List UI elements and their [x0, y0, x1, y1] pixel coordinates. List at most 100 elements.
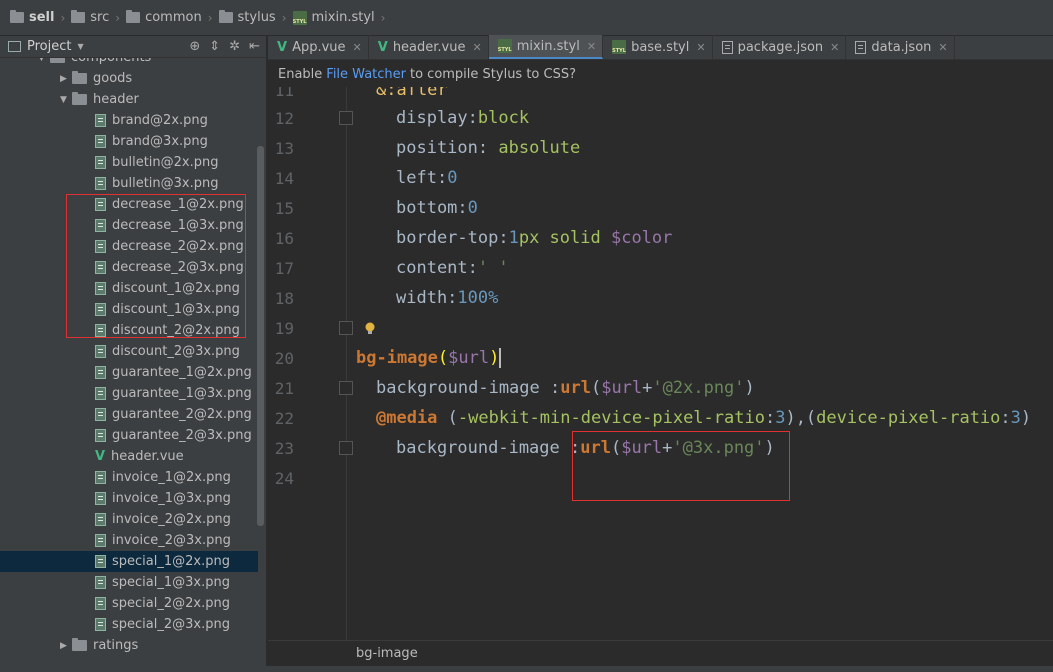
project-icon — [8, 41, 21, 52]
tree-item[interactable]: special_2@2x.png — [0, 593, 258, 614]
image-file-icon — [95, 513, 106, 526]
tree-scrollbar[interactable] — [257, 146, 264, 526]
fold-marker-icon[interactable] — [339, 111, 353, 125]
folder-icon — [50, 58, 65, 63]
tree-item[interactable]: guarantee_2@3x.png — [0, 425, 258, 446]
tree-item[interactable]: guarantee_1@3x.png — [0, 383, 258, 404]
tree-item-label: special_2@2x.png — [112, 596, 230, 611]
file-watcher-link[interactable]: File Watcher — [326, 67, 406, 82]
tree-item[interactable]: invoice_1@2x.png — [0, 467, 258, 488]
fold-marker-icon[interactable] — [339, 321, 353, 335]
chevron-right-icon: › — [207, 10, 213, 25]
editor-tab[interactable]: V App.vue ✕ — [268, 35, 369, 59]
breadcrumb-item-src[interactable]: src — [71, 10, 109, 25]
code-text: background-image :url($url+'@2x.png') — [376, 378, 755, 398]
editor-tab[interactable]: Vheader.vue ✕ — [369, 35, 489, 59]
stylus-file-icon — [612, 40, 627, 54]
code-editor[interactable]: 11 &:after 12 display:block 13 position:… — [268, 87, 1053, 640]
tree-item[interactable]: guarantee_1@2x.png — [0, 362, 258, 383]
tab-label: mixin.styl — [516, 38, 580, 54]
breadcrumb-label: common — [145, 10, 202, 25]
close-icon[interactable]: ✕ — [830, 41, 839, 54]
tree-item[interactable]: special_1@2x.png — [0, 551, 258, 572]
folder-icon — [10, 10, 24, 23]
breadcrumb: sell › src › common › stylus › mixin.sty… — [0, 0, 1053, 36]
tree-item-label: guarantee_1@3x.png — [112, 386, 252, 401]
tree-item-label: special_1@3x.png — [112, 575, 230, 590]
chevron-down-icon[interactable]: ▼ — [60, 95, 72, 105]
close-icon[interactable]: ✕ — [938, 41, 947, 54]
tree-item[interactable]: ▼ components — [0, 58, 258, 68]
tree-item[interactable]: bulletin@3x.png — [0, 173, 258, 194]
tree-item[interactable]: ▶ ratings — [0, 635, 258, 656]
close-icon[interactable]: ✕ — [696, 41, 705, 54]
tree-item-label: brand@3x.png — [112, 134, 208, 149]
editor-tab[interactable]: mixin.styl ✕ — [488, 35, 604, 59]
line-number: 20 — [274, 348, 294, 368]
tree-item[interactable]: brand@3x.png — [0, 131, 258, 152]
breadcrumb-item-common[interactable]: common — [126, 10, 202, 25]
lightbulb-icon[interactable] — [364, 322, 376, 336]
image-file-icon — [95, 597, 106, 610]
breadcrumb-item-stylus[interactable]: stylus — [218, 10, 276, 25]
breadcrumb-item-sell[interactable]: sell — [10, 10, 54, 25]
tree-item-label: invoice_2@2x.png — [112, 512, 231, 527]
project-toolbar: ⊕ ⇕ ✲ ⇤ — [189, 39, 260, 54]
tree-item-label: bulletin@2x.png — [112, 155, 219, 170]
collapse-all-icon[interactable]: ⇕ — [209, 39, 220, 54]
editor-tab[interactable]: package.json ✕ — [713, 35, 847, 59]
chevron-right-icon[interactable]: ▶ — [60, 74, 72, 84]
tree-item[interactable]: special_2@3x.png — [0, 614, 258, 635]
editor-breadcrumb-footer: bg-image — [268, 640, 1053, 666]
close-icon[interactable]: ✕ — [587, 40, 596, 53]
image-file-icon — [95, 618, 106, 631]
tree-item-label: guarantee_2@3x.png — [112, 428, 252, 443]
tree-item[interactable]: Vheader.vue — [0, 446, 258, 467]
breadcrumb-item-mixin[interactable]: mixin.styl — [292, 10, 375, 25]
tree-item-label: special_2@3x.png — [112, 617, 230, 632]
folder-icon — [218, 10, 233, 23]
tree-item[interactable]: bulletin@2x.png — [0, 152, 258, 173]
tab-label: App.vue — [292, 39, 346, 55]
hide-panel-icon[interactable]: ⇤ — [249, 39, 260, 54]
line-number: 13 — [274, 138, 294, 158]
close-icon[interactable]: ✕ — [472, 41, 481, 54]
folder-icon — [71, 10, 86, 23]
notification-prefix: Enable — [278, 66, 323, 82]
tree-item[interactable]: invoice_2@3x.png — [0, 530, 258, 551]
tree-item-label: bulletin@3x.png — [112, 176, 219, 191]
editor-tab[interactable]: data.json ✕ — [846, 35, 955, 59]
stylus-file-icon — [497, 39, 512, 53]
close-icon[interactable]: ✕ — [353, 41, 362, 54]
chevron-right-icon[interactable]: ▶ — [60, 641, 72, 651]
tree-item[interactable]: ▶ goods — [0, 68, 258, 89]
tree-item[interactable]: guarantee_2@2x.png — [0, 404, 258, 425]
gear-icon[interactable]: ✲ — [229, 39, 240, 54]
chevron-down-icon[interactable]: ▼ — [77, 42, 83, 51]
tree-item[interactable]: special_1@3x.png — [0, 572, 258, 593]
tree-item[interactable]: invoice_1@3x.png — [0, 488, 258, 509]
image-file-icon — [95, 408, 106, 421]
tab-label: data.json — [871, 39, 932, 55]
image-file-icon — [95, 156, 106, 169]
fold-marker-icon[interactable] — [339, 381, 353, 395]
image-file-icon — [95, 429, 106, 442]
fold-marker-icon[interactable] — [339, 441, 353, 455]
tree-item[interactable]: ▼ header — [0, 89, 258, 110]
chevron-down-icon[interactable]: ▼ — [38, 58, 50, 63]
locate-icon[interactable]: ⊕ — [189, 39, 200, 54]
tab-label: header.vue — [392, 39, 466, 55]
stylus-file-icon — [292, 10, 307, 25]
tree-item-label: ratings — [93, 638, 139, 653]
chevron-right-icon: › — [281, 10, 287, 25]
project-view-selector[interactable]: Project — [27, 39, 71, 54]
tree-item[interactable]: invoice_2@2x.png — [0, 509, 258, 530]
footer-breadcrumb-item[interactable]: bg-image — [356, 646, 418, 661]
status-bar — [0, 666, 1053, 672]
vue-icon: V — [377, 39, 388, 55]
code-text: left:0 — [396, 168, 458, 188]
tree-item[interactable]: brand@2x.png — [0, 110, 258, 131]
tree-item[interactable]: discount_2@3x.png — [0, 341, 258, 362]
editor-tab[interactable]: base.styl ✕ — [603, 35, 713, 59]
code-text: content:' ' — [396, 258, 509, 278]
